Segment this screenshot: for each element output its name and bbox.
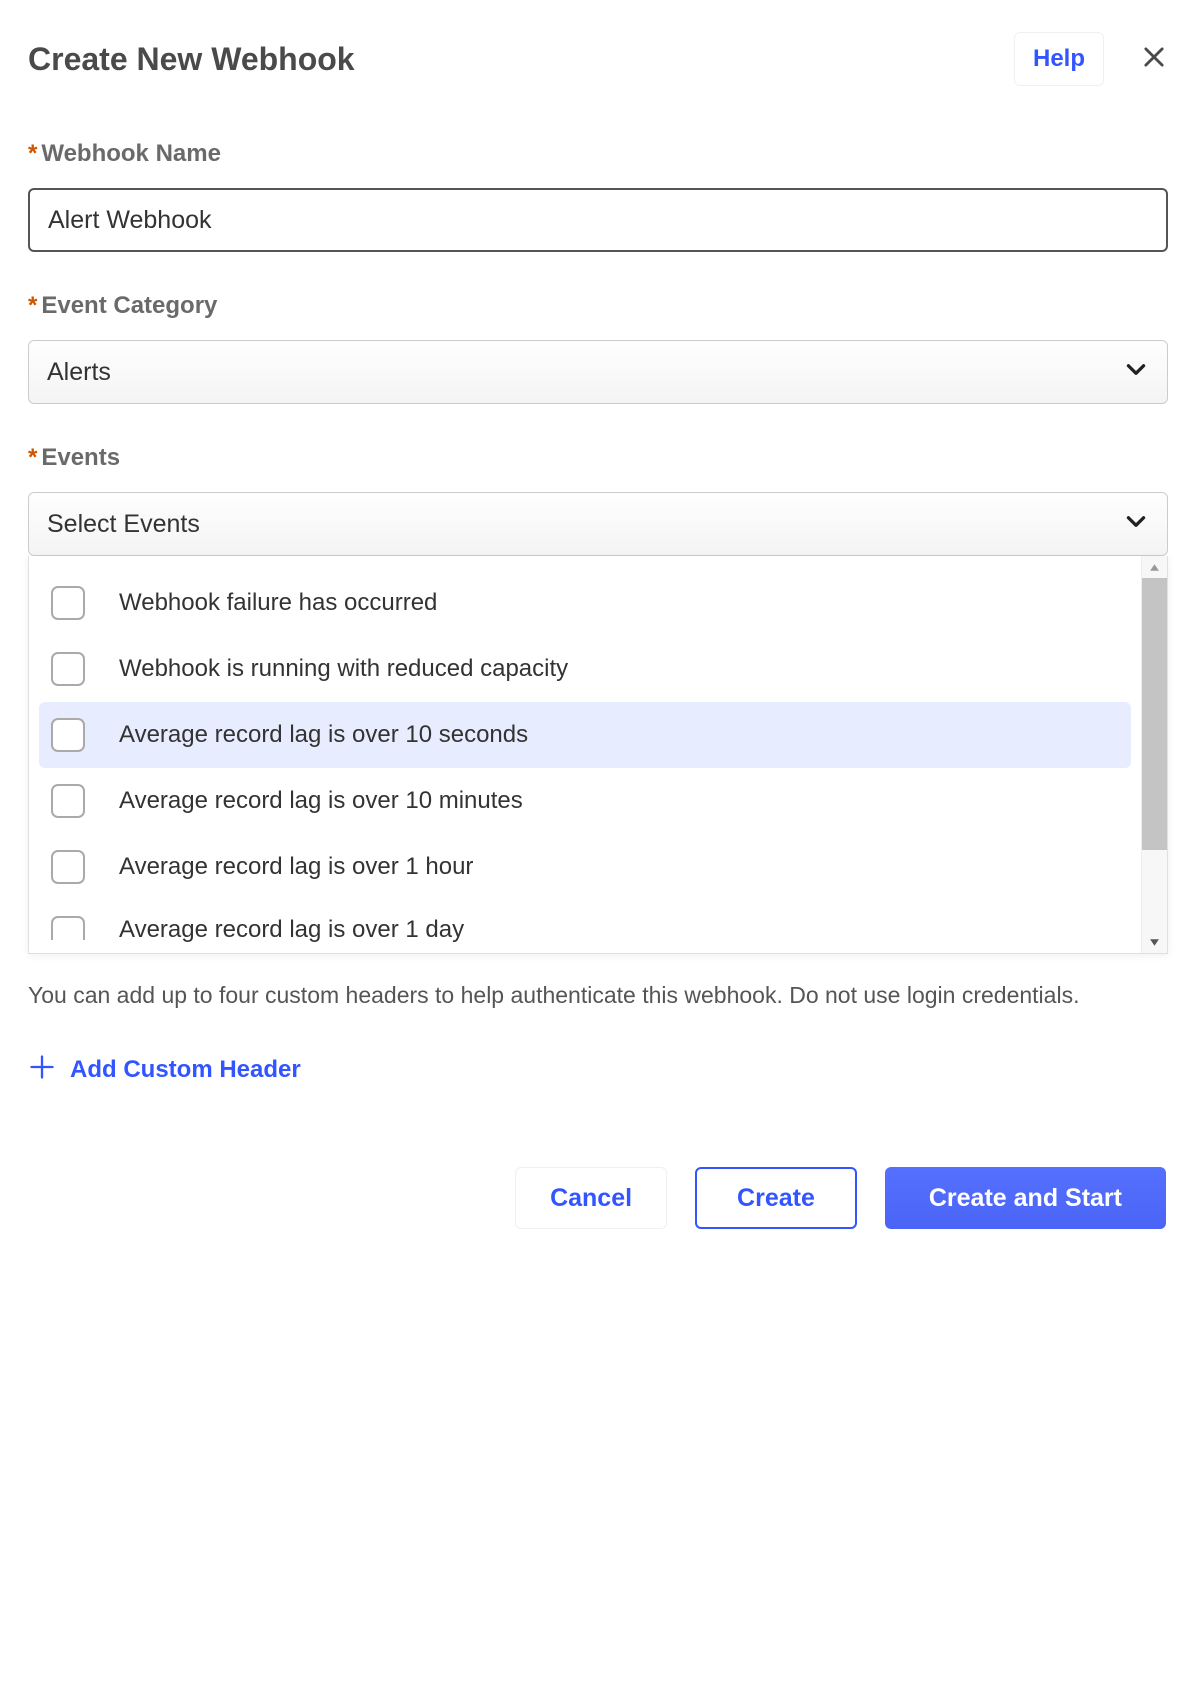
webhook-name-group: *Webhook Name: [28, 140, 1168, 252]
events-option[interactable]: Average record lag is over 1 hour: [29, 834, 1141, 900]
events-option-label: Average record lag is over 10 seconds: [119, 721, 528, 749]
create-button[interactable]: Create: [695, 1167, 857, 1229]
events-option-label: Average record lag is over 1 hour: [119, 853, 473, 881]
events-placeholder: Select Events: [47, 510, 200, 539]
scroll-thumb[interactable]: [1142, 578, 1167, 850]
checkbox[interactable]: [51, 916, 85, 940]
events-option[interactable]: Average record lag is over 10 seconds: [39, 702, 1131, 768]
events-option-label: Webhook failure has occurred: [119, 589, 437, 617]
create-and-start-button[interactable]: Create and Start: [885, 1167, 1166, 1229]
checkbox[interactable]: [51, 652, 85, 686]
events-option-label: Average record lag is over 1 day: [119, 916, 464, 944]
events-option[interactable]: Webhook is running with reduced capacity: [29, 636, 1141, 702]
event-category-label-text: Event Category: [41, 292, 217, 319]
scrollbar[interactable]: [1141, 556, 1167, 953]
events-select[interactable]: Select Events: [28, 492, 1168, 556]
header-actions: Help: [1014, 32, 1168, 86]
scroll-track[interactable]: [1142, 578, 1167, 931]
plus-icon: [28, 1053, 56, 1087]
required-asterisk: *: [28, 444, 37, 471]
close-icon[interactable]: [1140, 43, 1168, 76]
event-category-selected-value: Alerts: [47, 358, 111, 387]
events-dropdown-container: Select Events Webhook failure has occurr…: [28, 492, 1168, 954]
event-category-group: *Event Category Alerts: [28, 292, 1168, 404]
required-asterisk: *: [28, 140, 37, 167]
checkbox[interactable]: [51, 718, 85, 752]
events-option-label: Average record lag is over 10 minutes: [119, 787, 523, 815]
cancel-button[interactable]: Cancel: [515, 1167, 667, 1229]
events-label-text: Events: [41, 444, 120, 471]
event-category-label: *Event Category: [28, 292, 1168, 320]
scroll-down-arrow[interactable]: [1142, 931, 1168, 953]
checkbox[interactable]: [51, 586, 85, 620]
required-asterisk: *: [28, 292, 37, 319]
webhook-name-label-text: Webhook Name: [41, 140, 221, 167]
add-custom-header-button[interactable]: Add Custom Header: [28, 1053, 1168, 1087]
events-dropdown-panel: Webhook failure has occurred Webhook is r…: [28, 556, 1168, 954]
checkbox[interactable]: [51, 784, 85, 818]
checkbox[interactable]: [51, 850, 85, 884]
dialog-header: Create New Webhook Help: [28, 32, 1168, 86]
event-category-select[interactable]: Alerts: [28, 340, 1168, 404]
events-option-label: Webhook is running with reduced capacity: [119, 655, 568, 683]
custom-headers-helper-text: You can add up to four custom headers to…: [28, 982, 1168, 1009]
webhook-name-input[interactable]: [28, 188, 1168, 252]
chevron-down-icon: [1123, 356, 1149, 389]
events-option[interactable]: Webhook failure has occurred: [29, 570, 1141, 636]
help-link[interactable]: Help: [1014, 32, 1104, 86]
scroll-up-arrow[interactable]: [1142, 556, 1168, 578]
chevron-down-icon: [1123, 508, 1149, 541]
page-title: Create New Webhook: [28, 41, 355, 78]
dialog-footer: Cancel Create Create and Start: [28, 1167, 1168, 1229]
add-custom-header-label: Add Custom Header: [70, 1056, 301, 1084]
webhook-name-label: *Webhook Name: [28, 140, 1168, 168]
events-option[interactable]: Average record lag is over 1 day: [29, 900, 1141, 944]
events-group: *Events Select Events Webhook failure ha…: [28, 444, 1168, 954]
events-label: *Events: [28, 444, 1168, 472]
events-option-list: Webhook failure has occurred Webhook is r…: [29, 556, 1141, 953]
events-option[interactable]: Average record lag is over 10 minutes: [29, 768, 1141, 834]
